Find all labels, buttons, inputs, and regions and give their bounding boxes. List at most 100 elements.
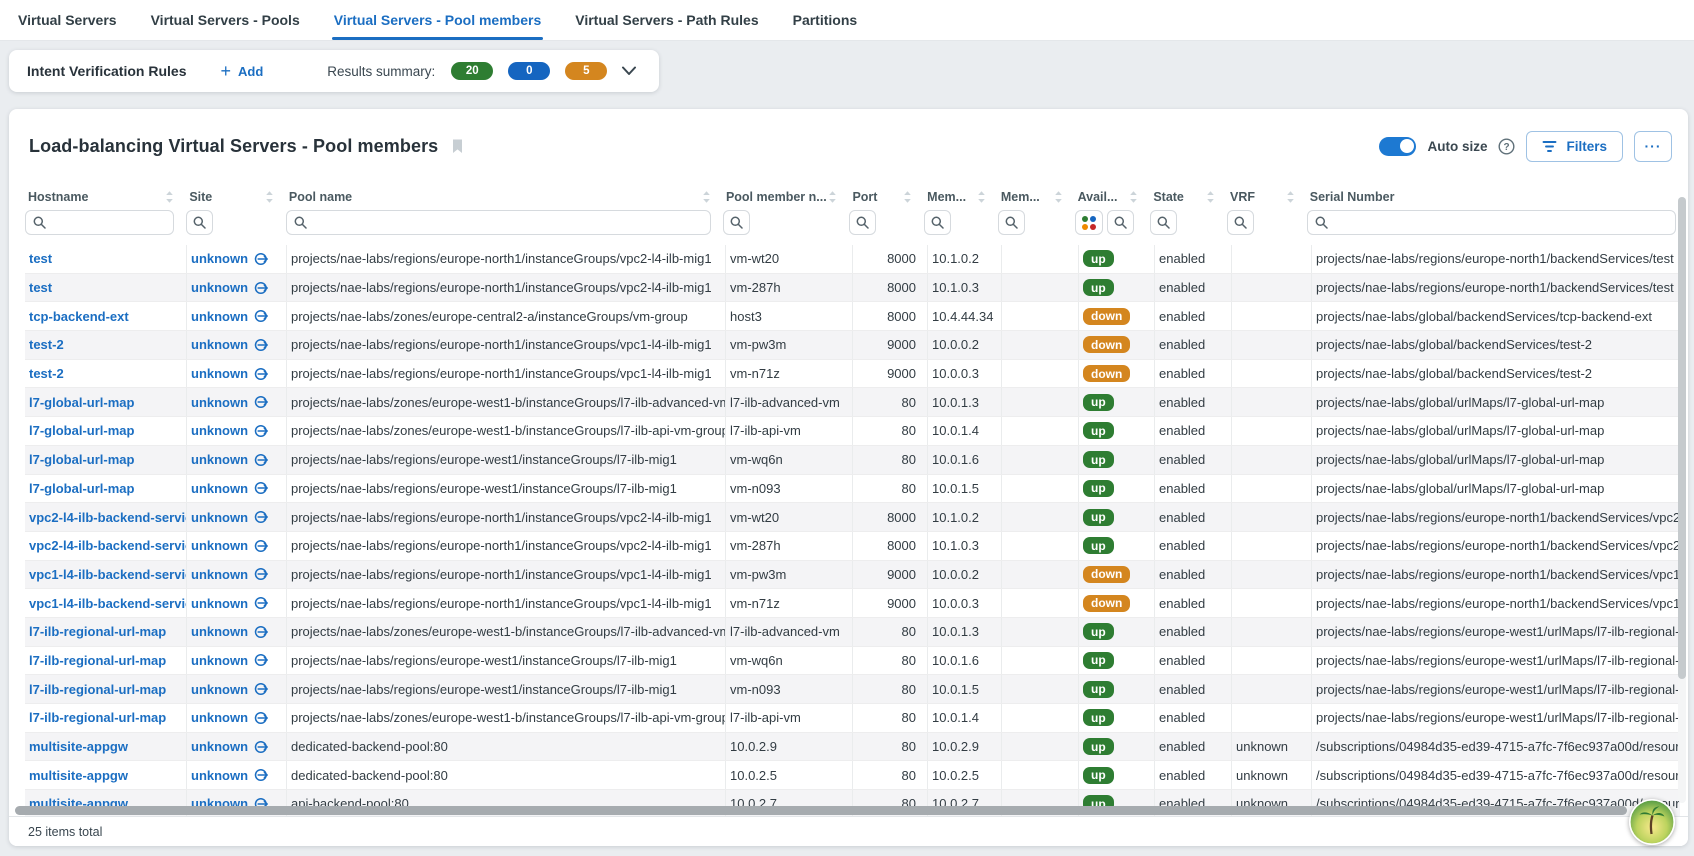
serial-filter-input[interactable] bbox=[1328, 216, 1675, 230]
island-logo-icon[interactable] bbox=[1629, 799, 1675, 845]
column-header-vrf[interactable]: VRF bbox=[1227, 183, 1307, 210]
filters-button[interactable]: Filters bbox=[1526, 131, 1623, 162]
site-link[interactable]: unknown bbox=[191, 596, 270, 611]
add-rule-button[interactable]: + Add bbox=[220, 62, 263, 80]
column-header-state[interactable]: State bbox=[1150, 183, 1227, 210]
cell-serial: projects/nae-labs/regions/europe-north1/… bbox=[1312, 245, 1680, 273]
cell-serial: projects/nae-labs/global/backendServices… bbox=[1312, 302, 1680, 330]
vertical-scrollbar[interactable] bbox=[1678, 197, 1686, 803]
summary-badge[interactable]: 0 bbox=[508, 62, 550, 80]
hostname-link[interactable]: l7-global-url-map bbox=[29, 395, 134, 410]
column-header-port[interactable]: Port bbox=[849, 183, 924, 210]
column-header-serial[interactable]: Serial Number bbox=[1307, 183, 1688, 210]
sort-icon[interactable] bbox=[977, 190, 986, 204]
site-link-icon bbox=[254, 395, 270, 409]
site-link[interactable]: unknown bbox=[191, 366, 270, 381]
hostname-link[interactable]: l7-global-url-map bbox=[29, 452, 134, 467]
help-icon[interactable]: ? bbox=[1498, 138, 1515, 155]
summary-badge[interactable]: 5 bbox=[565, 62, 607, 80]
site-link[interactable]: unknown bbox=[191, 280, 270, 295]
tab-partitions[interactable]: Partitions bbox=[793, 0, 858, 40]
filter-search-button[interactable] bbox=[924, 210, 951, 235]
horizontal-scrollbar[interactable] bbox=[15, 806, 1677, 815]
filter-search-button[interactable] bbox=[1150, 210, 1177, 235]
hostname-filter-input[interactable] bbox=[46, 216, 173, 230]
site-link[interactable]: unknown bbox=[191, 567, 270, 582]
site-link[interactable]: unknown bbox=[191, 251, 270, 266]
cell-hostname: test-2 bbox=[25, 360, 187, 388]
sort-icon[interactable] bbox=[165, 190, 174, 204]
site-link[interactable]: unknown bbox=[191, 682, 270, 697]
cell-site: unknown bbox=[187, 647, 287, 675]
tab-virtual-servers-pool-members[interactable]: Virtual Servers - Pool members bbox=[334, 0, 542, 40]
site-link[interactable]: unknown bbox=[191, 452, 270, 467]
chevron-down-icon[interactable] bbox=[621, 66, 641, 76]
hostname-link[interactable]: test bbox=[29, 280, 52, 295]
cell-site: unknown bbox=[187, 388, 287, 416]
column-header-mem2[interactable]: Mem... bbox=[998, 183, 1075, 210]
more-options-button[interactable]: ··· bbox=[1634, 131, 1672, 162]
hostname-link[interactable]: vpc1-l4-ilb-backend-service bbox=[29, 596, 187, 611]
horizontal-scrollbar-thumb[interactable] bbox=[15, 806, 1627, 815]
sort-icon[interactable] bbox=[1054, 190, 1063, 204]
site-link[interactable]: unknown bbox=[191, 710, 270, 725]
hostname-link[interactable]: tcp-backend-ext bbox=[29, 309, 129, 324]
site-link[interactable]: unknown bbox=[191, 739, 270, 754]
hostname-link[interactable]: l7-ilb-regional-url-map bbox=[29, 624, 166, 639]
filter-search-button[interactable] bbox=[998, 210, 1025, 235]
column-header-hostname[interactable]: Hostname bbox=[25, 183, 186, 210]
site-link[interactable]: unknown bbox=[191, 481, 270, 496]
column-header-site[interactable]: Site bbox=[186, 183, 286, 210]
site-link[interactable]: unknown bbox=[191, 423, 270, 438]
table-body: test unknown projects/nae-labs/regions/eu… bbox=[25, 245, 1680, 823]
site-link[interactable]: unknown bbox=[191, 653, 270, 668]
vertical-scrollbar-thumb[interactable] bbox=[1678, 197, 1686, 679]
hostname-link[interactable]: multisite-appgw bbox=[29, 739, 128, 754]
sort-icon[interactable] bbox=[702, 190, 711, 204]
hostname-link[interactable]: test bbox=[29, 251, 52, 266]
hostname-link[interactable]: multisite-appgw bbox=[29, 768, 128, 783]
hostname-link[interactable]: l7-ilb-regional-url-map bbox=[29, 653, 166, 668]
sort-icon[interactable] bbox=[1129, 190, 1138, 204]
hostname-link[interactable]: l7-global-url-map bbox=[29, 423, 134, 438]
filter-search-button[interactable] bbox=[1227, 210, 1254, 235]
sort-icon[interactable] bbox=[828, 190, 837, 204]
hostname-link[interactable]: l7-ilb-regional-url-map bbox=[29, 710, 166, 725]
hostname-link[interactable]: l7-ilb-regional-url-map bbox=[29, 682, 166, 697]
filter-search-button[interactable] bbox=[186, 210, 213, 235]
sort-icon[interactable] bbox=[1286, 190, 1295, 204]
column-header-pool_member[interactable]: Pool member n... bbox=[723, 183, 849, 210]
pool_name-filter-input[interactable] bbox=[307, 216, 710, 230]
tab-virtual-servers[interactable]: Virtual Servers bbox=[18, 0, 117, 40]
site-link[interactable]: unknown bbox=[191, 337, 270, 352]
site-link[interactable]: unknown bbox=[191, 624, 270, 639]
site-link[interactable]: unknown bbox=[191, 395, 270, 410]
hostname-link[interactable]: vpc2-l4-ilb-backend-service bbox=[29, 510, 187, 525]
bookmark-icon[interactable] bbox=[450, 138, 465, 155]
column-header-pool_name[interactable]: Pool name bbox=[286, 183, 723, 210]
filter-search-button[interactable] bbox=[1107, 210, 1134, 235]
hostname-link[interactable]: vpc2-l4-ilb-backend-service bbox=[29, 538, 187, 553]
site-link[interactable]: unknown bbox=[191, 768, 270, 783]
tab-virtual-servers-path-rules[interactable]: Virtual Servers - Path Rules bbox=[575, 0, 758, 40]
site-link[interactable]: unknown bbox=[191, 309, 270, 324]
hostname-link[interactable]: l7-global-url-map bbox=[29, 481, 134, 496]
sort-icon[interactable] bbox=[265, 190, 274, 204]
tab-virtual-servers-pools[interactable]: Virtual Servers - Pools bbox=[151, 0, 300, 40]
sort-icon[interactable] bbox=[1206, 190, 1215, 204]
hostname-link[interactable]: vpc1-l4-ilb-backend-service bbox=[29, 567, 187, 582]
site-link[interactable]: unknown bbox=[191, 510, 270, 525]
column-header-avail[interactable]: Avail... bbox=[1075, 183, 1151, 210]
filter-search-button[interactable] bbox=[723, 210, 750, 235]
column-header-mem1[interactable]: Mem... bbox=[924, 183, 998, 210]
availability-filter-dots-icon[interactable] bbox=[1075, 210, 1103, 235]
sort-icon[interactable] bbox=[903, 190, 912, 204]
hostname-link[interactable]: test-2 bbox=[29, 337, 64, 352]
site-link[interactable]: unknown bbox=[191, 538, 270, 553]
summary-badge[interactable]: 20 bbox=[451, 62, 493, 80]
hostname-link[interactable]: test-2 bbox=[29, 366, 64, 381]
filter-search-button[interactable] bbox=[849, 210, 876, 235]
column-label: Avail... bbox=[1078, 190, 1118, 204]
auto-size-toggle[interactable] bbox=[1379, 137, 1416, 156]
filter-cell-avail bbox=[1075, 210, 1151, 241]
